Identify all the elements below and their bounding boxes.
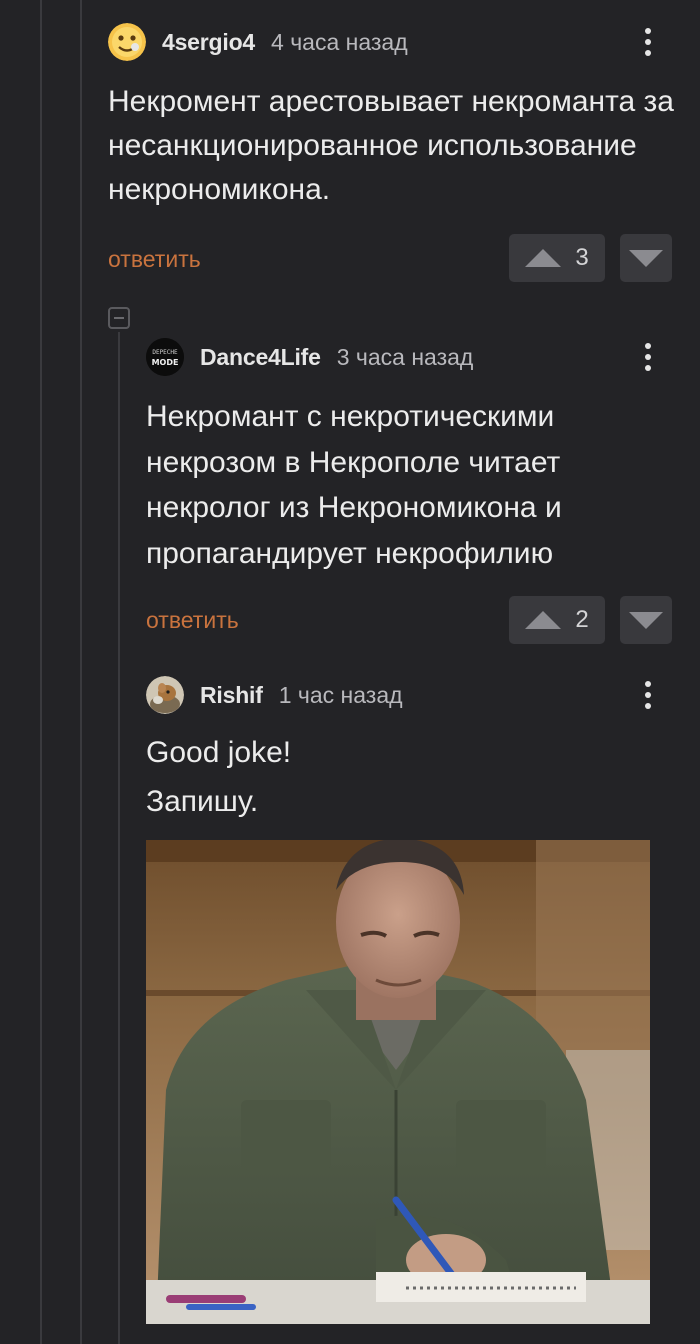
comment-text: Некромент арестовывает некроманта за нес… [108,85,674,206]
downvote-button[interactable] [620,596,672,644]
thread-line-depth-1 [80,0,82,1344]
downvote-button[interactable] [620,234,672,282]
arrow-up-icon [525,249,562,267]
arrow-up-icon [525,611,562,629]
timestamp: 4 часа назад [271,28,408,55]
avatar[interactable]: DEPECHE MODE [146,338,184,376]
arrow-down-icon [629,249,663,267]
username[interactable]: 4sergio4 [162,29,255,56]
reply-button[interactable]: ответить [146,607,239,634]
more-options-icon[interactable] [636,337,660,377]
comment-image[interactable] [146,840,650,1324]
reply-button[interactable]: ответить [108,246,201,273]
thread-line-depth-2 [118,332,120,1344]
collapse-thread-button[interactable] [108,307,130,329]
arrow-down-icon [629,611,663,629]
comment-header: DEPECHE MODE Dance4Life 3 часа назад [146,337,473,377]
minus-icon [114,317,124,319]
thread-line-outer [40,0,42,1344]
svg-text:DEPECHE: DEPECHE [152,349,178,356]
username[interactable]: Dance4Life [200,344,321,371]
more-options-icon[interactable] [636,675,660,715]
comment-text-line: Good joke! [146,736,292,769]
more-options-icon[interactable] [636,22,660,62]
upvote-button[interactable]: 3 [509,234,605,282]
comment-header: 4sergio4 4 часа назад [108,22,408,62]
avatar[interactable] [108,23,146,61]
upvote-button[interactable]: 2 [509,596,605,644]
svg-text:MODE: MODE [152,358,179,367]
comment-text: Некромант с некротическими некрозом в Не… [146,400,562,570]
timestamp: 3 часа назад [336,343,474,370]
rating-count: 2 [575,606,589,633]
rating-count: 3 [575,244,589,271]
username[interactable]: Rishif [200,682,263,709]
timestamp: 1 час назад [278,681,403,708]
comment-text-line: Запишу. [146,785,259,818]
comment-header: Rishif 1 час назад [146,675,403,715]
avatar[interactable] [146,676,184,714]
